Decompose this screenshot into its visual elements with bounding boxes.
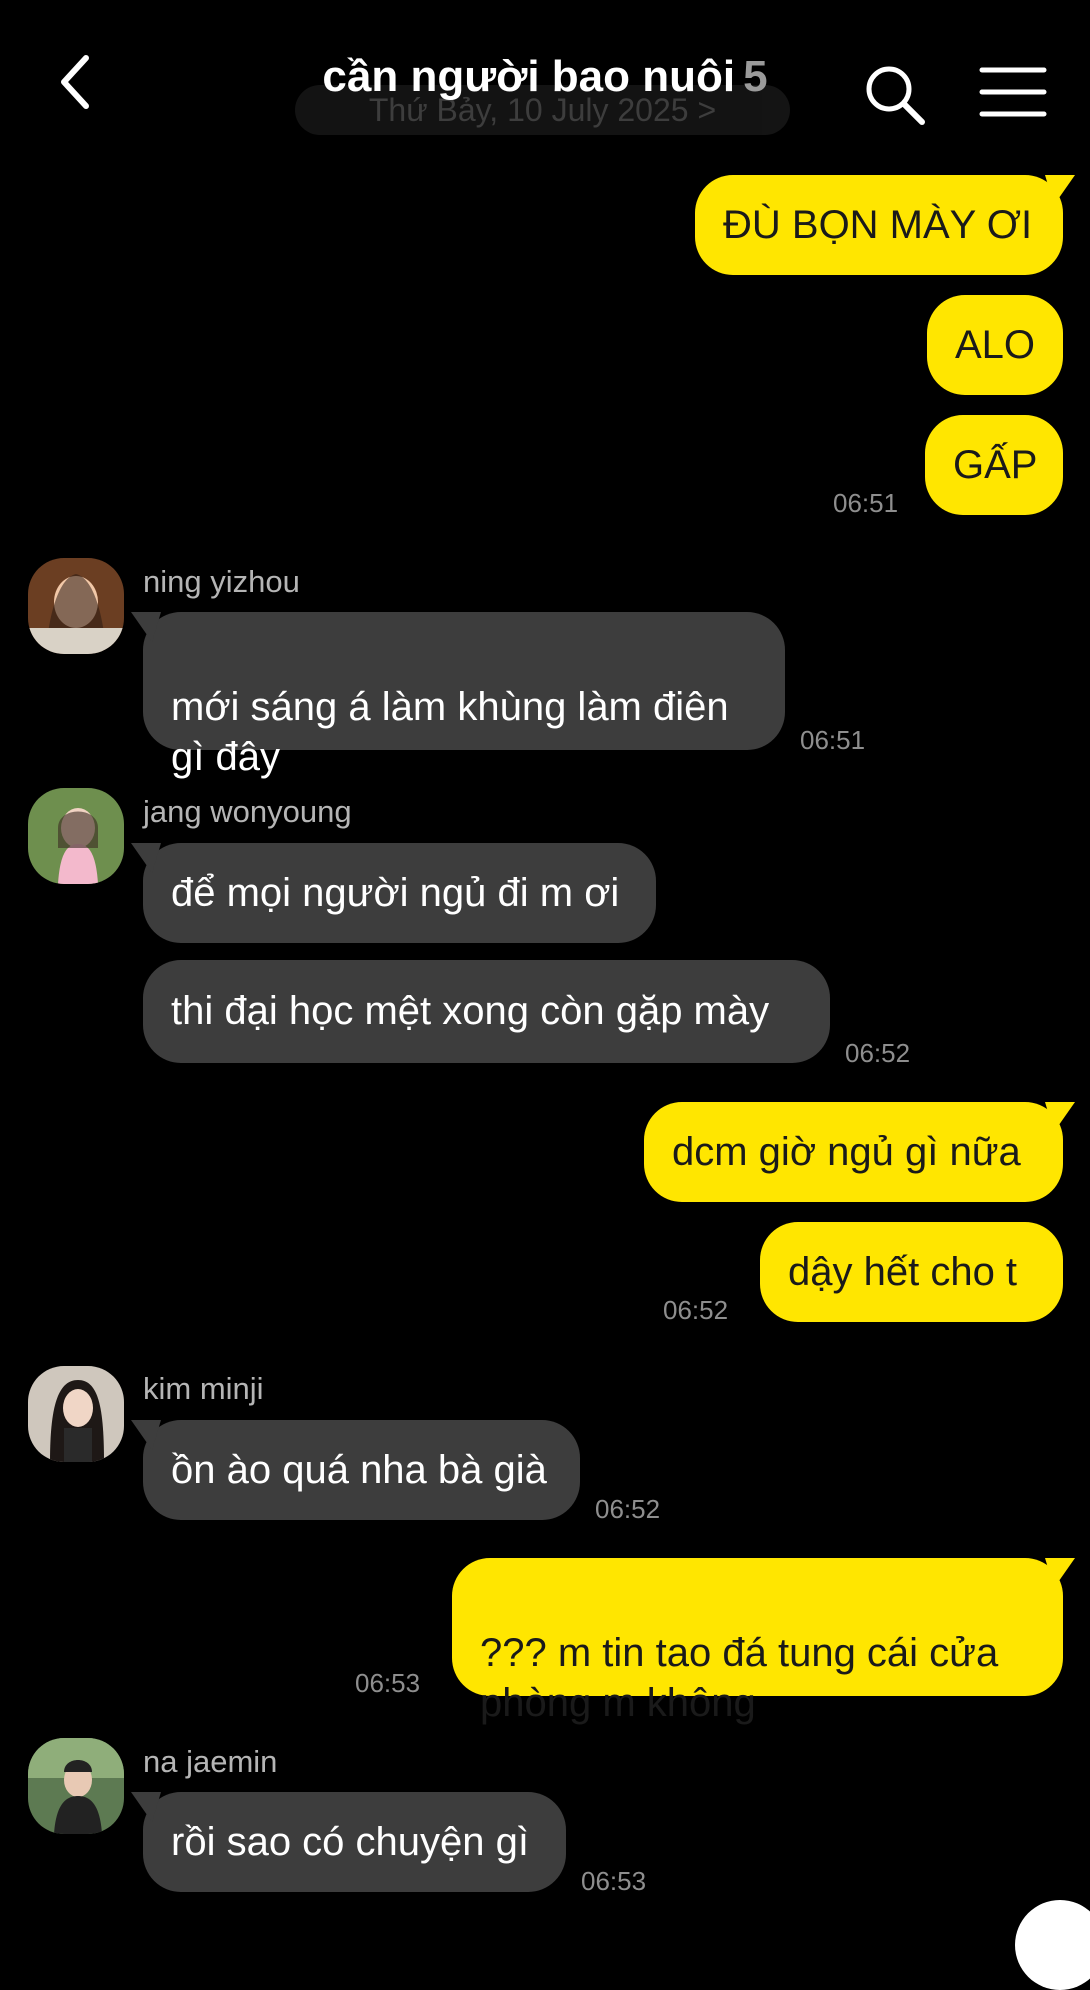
avatar-kim-minji[interactable] xyxy=(28,1366,124,1462)
avatar-ning-yizhou[interactable] xyxy=(28,558,124,654)
message-bubble-me[interactable]: ALO xyxy=(927,295,1063,395)
message-text: để mọi người ngủ đi m ơi xyxy=(171,871,620,915)
message-text: GẤP xyxy=(953,443,1038,487)
message-bubble-other[interactable]: mới sáng á làm khùng làm điên gì đây xyxy=(143,612,785,779)
search-icon xyxy=(866,66,925,125)
message-time: 06:52 xyxy=(845,1038,911,1068)
chat-header: Thứ Bảy, 10 July 2025 > cần người bao nu… xyxy=(0,0,1090,170)
message-time: 06:53 xyxy=(355,1668,421,1698)
message-text: rồi sao có chuyện gì xyxy=(171,1820,529,1864)
avatar-na-jaemin[interactable] xyxy=(28,1738,124,1834)
message-text: thi đại học mệt xong còn gặp mày xyxy=(171,989,770,1033)
member-count: 5 xyxy=(743,52,768,101)
message-bubble-other[interactable]: thi đại học mệt xong còn gặp mày xyxy=(143,960,830,1063)
sender-name: kim minji xyxy=(143,1371,264,1406)
message-bubble-me[interactable]: ??? m tin tao đá tung cái cửa phòng m kh… xyxy=(452,1558,1063,1725)
avatar-image xyxy=(28,788,124,884)
message-text: ALO xyxy=(955,323,1036,367)
avatar-image xyxy=(28,1738,124,1834)
message-bubble-me[interactable]: ĐÙ BỌN MÀY ƠI xyxy=(695,175,1063,275)
menu-button[interactable] xyxy=(978,62,1048,122)
sender-name: na jaemin xyxy=(143,1744,278,1779)
avatar-image xyxy=(28,1366,124,1462)
message-bubble-me[interactable]: GẤP xyxy=(925,415,1063,515)
message-text: ồn ào quá nha bà già xyxy=(171,1448,547,1492)
message-time: 06:51 xyxy=(833,488,899,518)
message-time: 06:52 xyxy=(663,1295,729,1325)
message-bubble-me[interactable]: dậy hết cho t xyxy=(760,1222,1063,1322)
search-button[interactable] xyxy=(862,62,928,128)
message-bubble-other[interactable]: ồn ào quá nha bà già xyxy=(143,1420,580,1520)
message-bubble-me[interactable]: dcm giờ ngủ gì nữa xyxy=(644,1102,1063,1202)
message-text: ??? m tin tao đá tung cái cửa phòng m kh… xyxy=(480,1631,999,1725)
message-bubble-other[interactable]: rồi sao có chuyện gì xyxy=(143,1792,566,1892)
message-text: ĐÙ BỌN MÀY ƠI xyxy=(723,203,1033,247)
scroll-down-button[interactable] xyxy=(1015,1900,1090,1990)
avatar-jang-wonyoung[interactable] xyxy=(28,788,124,884)
chat-title-text: cần người bao nuôi xyxy=(322,52,736,101)
message-text: mới sáng á làm khùng làm điên gì đây xyxy=(171,685,729,779)
message-text: dậy hết cho t xyxy=(788,1250,1018,1294)
sender-name: ning yizhou xyxy=(143,564,300,599)
message-time: 06:52 xyxy=(595,1494,661,1524)
message-time: 06:51 xyxy=(800,725,866,755)
message-bubble-other[interactable]: để mọi người ngủ đi m ơi xyxy=(143,843,656,943)
message-text: dcm giờ ngủ gì nữa xyxy=(672,1130,1021,1174)
menu-icon xyxy=(979,67,1047,117)
sender-name: jang wonyoung xyxy=(143,794,352,829)
message-time: 06:53 xyxy=(581,1866,647,1896)
avatar-image xyxy=(28,558,124,654)
